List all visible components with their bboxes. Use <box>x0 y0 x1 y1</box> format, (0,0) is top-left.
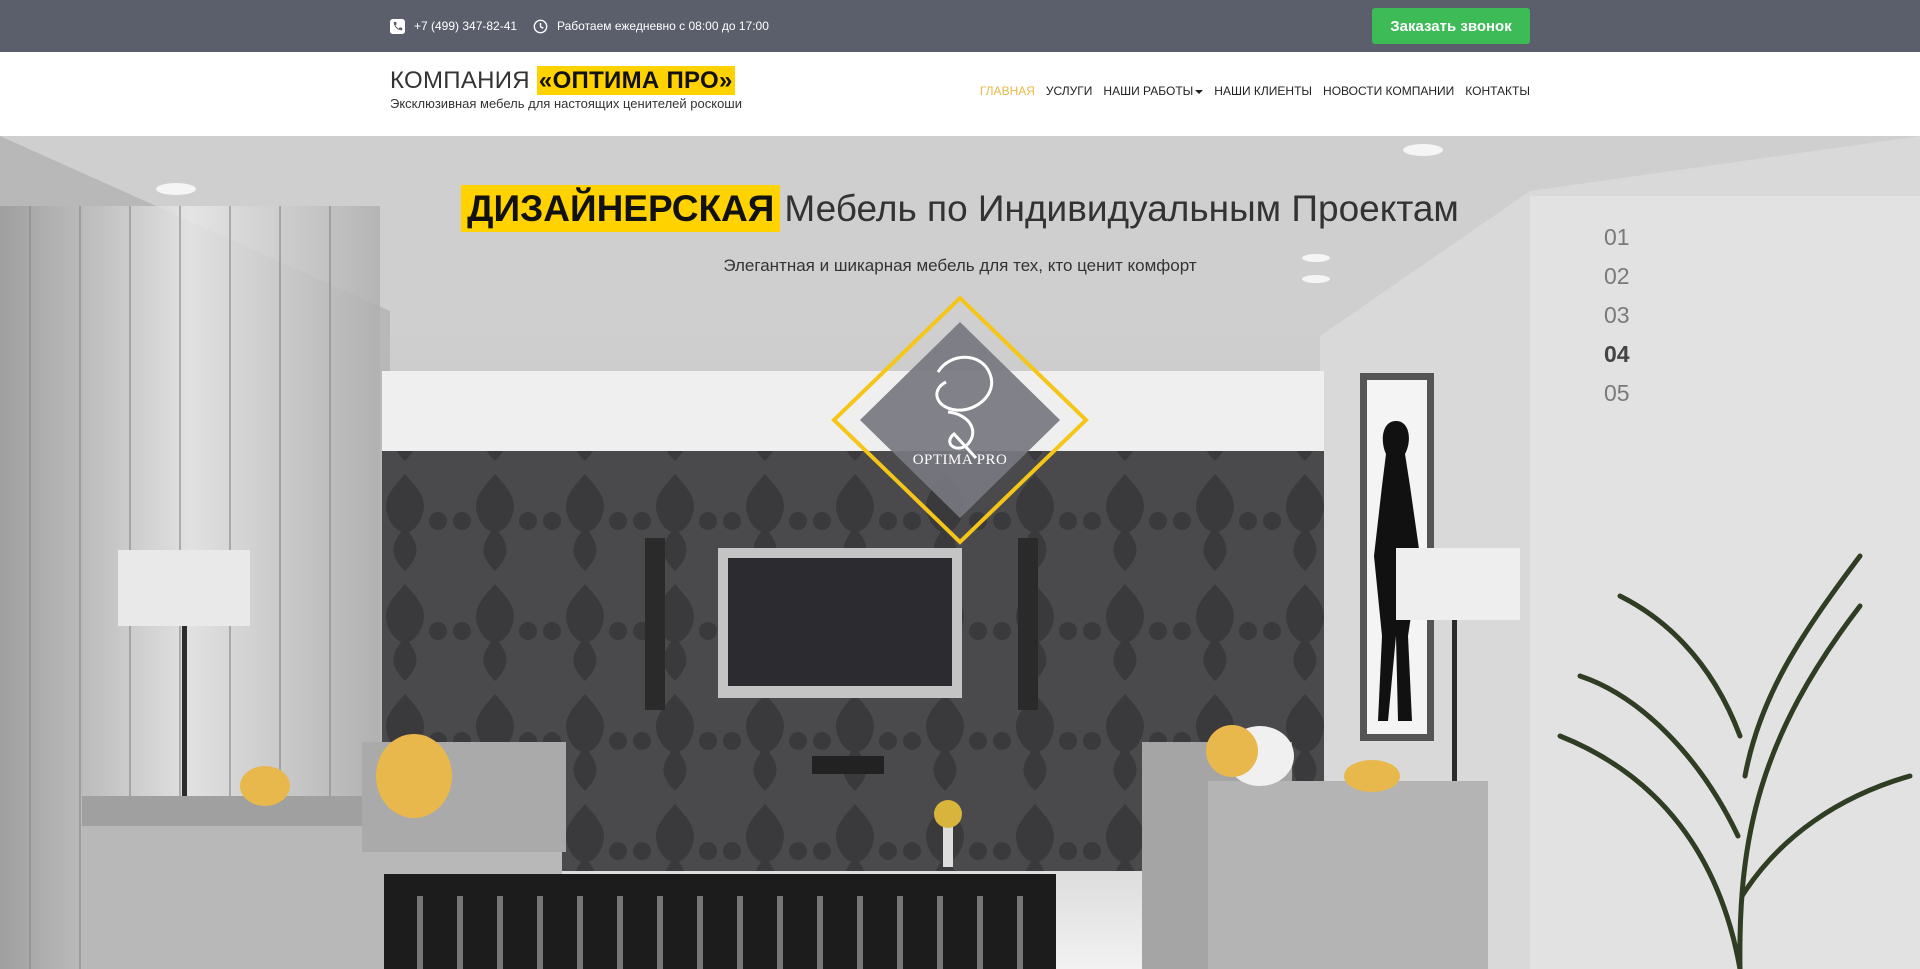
work-hours-text: Работаем ежедневно с 08:00 до 17:00 <box>557 19 769 33</box>
slide-dot-05[interactable]: 05 <box>1604 380 1630 419</box>
company-name: КОМПАНИЯ «ОПТИМА ПРО» <box>390 66 742 95</box>
hero-subtitle: Элегантная и шикарная мебель для тех, кт… <box>723 256 1197 275</box>
slide-dot-01[interactable]: 01 <box>1604 224 1630 263</box>
nav-item-works[interactable]: НАШИ РАБОТЫ <box>1103 84 1204 98</box>
hero-slider: OPTIMA PRO ДИЗАЙНЕРСКАЯ Мебель по Индивид… <box>0 136 1920 969</box>
phone-icon <box>390 18 405 34</box>
nav-item-works-label: НАШИ РАБОТЫ <box>1103 84 1194 98</box>
brand[interactable]: КОМПАНИЯ «ОПТИМА ПРО» Эксклюзивная мебел… <box>390 66 742 111</box>
callback-button[interactable]: Заказать звонок <box>1372 8 1530 44</box>
hero-title: ДИЗАЙНЕРСКАЯ Мебель по Индивидуальным Про… <box>0 185 1920 232</box>
slide-dot-02[interactable]: 02 <box>1604 263 1630 302</box>
phone-contact[interactable]: +7 (499) 347-82-41 <box>390 0 517 52</box>
company-name-highlight: «ОПТИМА ПРО» <box>536 66 735 95</box>
nav-item-clients[interactable]: НАШИ КЛИЕНТЫ <box>1214 84 1312 98</box>
phone-number[interactable]: +7 (499) 347-82-41 <box>414 19 517 33</box>
company-name-prefix: КОМПАНИЯ <box>390 67 530 94</box>
work-hours: Работаем ежедневно с 08:00 до 17:00 <box>533 0 769 52</box>
hero-title-rest: Мебель по Индивидуальным Проектам <box>784 188 1459 229</box>
nav-item-home[interactable]: ГЛАВНАЯ <box>980 84 1035 98</box>
nav-item-services[interactable]: УСЛУГИ <box>1046 84 1093 98</box>
nav-item-contacts[interactable]: КОНТАКТЫ <box>1465 84 1530 98</box>
main-nav: ГЛАВНАЯ УСЛУГИ НАШИ РАБОТЫ НАШИ КЛИЕНТЫ … <box>980 84 1530 98</box>
company-tagline: Эксклюзивная мебель для настоящих цените… <box>390 96 742 111</box>
caret-down-icon <box>1195 89 1204 94</box>
slide-dot-04[interactable]: 04 <box>1604 341 1630 380</box>
logo-text: OPTIMA PRO <box>912 452 1008 468</box>
hero-title-highlight: ДИЗАЙНЕРСКАЯ <box>461 185 781 232</box>
site-header: КОМПАНИЯ «ОПТИМА ПРО» Эксклюзивная мебел… <box>0 52 1920 136</box>
nav-item-news[interactable]: НОВОСТИ КОМПАНИИ <box>1323 84 1454 98</box>
optima-logo-badge <box>831 295 1089 545</box>
slide-dot-03[interactable]: 03 <box>1604 302 1630 341</box>
top-bar: +7 (499) 347-82-41 Работаем ежедневно с … <box>0 0 1920 52</box>
slide-pagination: 01 02 03 04 05 <box>1604 224 1630 419</box>
clock-icon <box>533 19 548 33</box>
